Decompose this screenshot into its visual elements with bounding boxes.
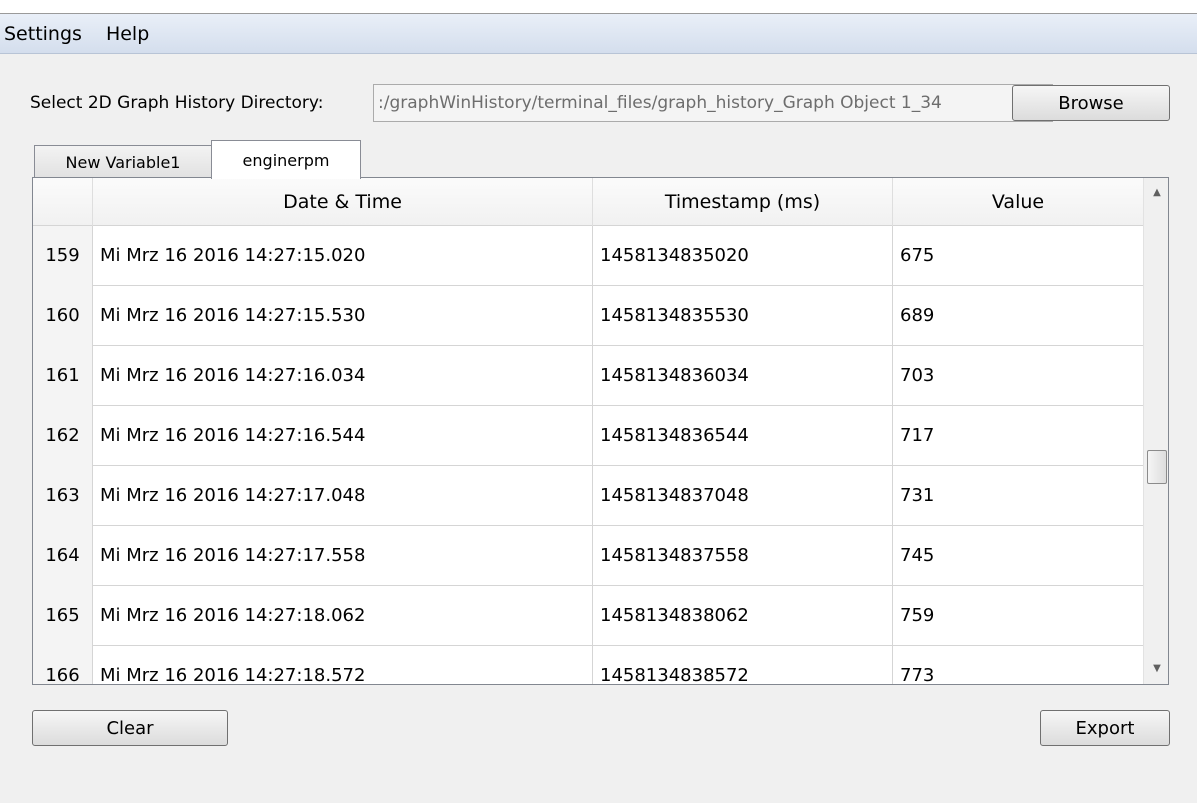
cell-datetime[interactable]: Mi Mrz 16 2016 14:27:15.530 (93, 286, 593, 346)
row-index[interactable]: 161 (33, 346, 93, 406)
column-header-datetime[interactable]: Date & Time (93, 178, 593, 226)
export-button[interactable]: Export (1040, 710, 1170, 746)
cell-value[interactable]: 759 (893, 586, 1143, 646)
row-index[interactable]: 164 (33, 526, 93, 586)
table-row[interactable]: 160 Mi Mrz 16 2016 14:27:15.530 14581348… (33, 286, 1143, 346)
scroll-down-arrow-icon[interactable]: ▼ (1144, 658, 1168, 680)
table-header: Date & Time Timestamp (ms) Value (33, 178, 1143, 226)
cell-timestamp[interactable]: 1458134835020 (593, 226, 893, 286)
cell-timestamp[interactable]: 1458134837048 (593, 466, 893, 526)
table-row[interactable]: 161 Mi Mrz 16 2016 14:27:16.034 14581348… (33, 346, 1143, 406)
scrollbar-thumb[interactable] (1147, 450, 1167, 484)
tab-new-variable1[interactable]: New Variable1 (34, 145, 212, 178)
cell-timestamp[interactable]: 1458134836034 (593, 346, 893, 406)
browse-button[interactable]: Browse (1012, 85, 1170, 121)
cell-value[interactable]: 731 (893, 466, 1143, 526)
row-index[interactable]: 165 (33, 586, 93, 646)
cell-value[interactable]: 689 (893, 286, 1143, 346)
table-row[interactable]: 163 Mi Mrz 16 2016 14:27:17.048 14581348… (33, 466, 1143, 526)
column-header-timestamp[interactable]: Timestamp (ms) (593, 178, 893, 226)
cell-timestamp[interactable]: 1458134837558 (593, 526, 893, 586)
directory-row: Select 2D Graph History Directory: :/gra… (30, 84, 1053, 122)
cell-value[interactable]: 703 (893, 346, 1143, 406)
cell-datetime[interactable]: Mi Mrz 16 2016 14:27:15.020 (93, 226, 593, 286)
cell-datetime[interactable]: Mi Mrz 16 2016 14:27:18.572 (93, 646, 593, 684)
table-row[interactable]: 159 Mi Mrz 16 2016 14:27:15.020 14581348… (33, 226, 1143, 286)
cell-timestamp[interactable]: 1458134835530 (593, 286, 893, 346)
table-row[interactable]: 166 Mi Mrz 16 2016 14:27:18.572 14581348… (33, 646, 1143, 684)
row-index[interactable]: 159 (33, 226, 93, 286)
cell-datetime[interactable]: Mi Mrz 16 2016 14:27:17.558 (93, 526, 593, 586)
menu-bar: Settings Help (0, 14, 1197, 54)
table-row[interactable]: 162 Mi Mrz 16 2016 14:27:16.544 14581348… (33, 406, 1143, 466)
cell-timestamp[interactable]: 1458134838572 (593, 646, 893, 684)
vertical-scrollbar[interactable]: ▲ ▼ (1143, 178, 1168, 684)
cell-value[interactable]: 773 (893, 646, 1143, 684)
column-header-value[interactable]: Value (893, 178, 1143, 226)
directory-label: Select 2D Graph History Directory: (30, 93, 324, 113)
cell-datetime[interactable]: Mi Mrz 16 2016 14:27:16.034 (93, 346, 593, 406)
row-index[interactable]: 160 (33, 286, 93, 346)
history-table: Date & Time Timestamp (ms) Value 159 Mi … (32, 177, 1169, 685)
table-row[interactable]: 164 Mi Mrz 16 2016 14:27:17.558 14581348… (33, 526, 1143, 586)
cell-value[interactable]: 745 (893, 526, 1143, 586)
scroll-up-arrow-icon[interactable]: ▲ (1144, 182, 1168, 204)
cell-datetime[interactable]: Mi Mrz 16 2016 14:27:18.062 (93, 586, 593, 646)
directory-path-input[interactable]: :/graphWinHistory/terminal_files/graph_h… (373, 84, 1053, 122)
table-body: 159 Mi Mrz 16 2016 14:27:15.020 14581348… (33, 226, 1143, 684)
row-index[interactable]: 166 (33, 646, 93, 684)
cell-value[interactable]: 717 (893, 406, 1143, 466)
cell-datetime[interactable]: Mi Mrz 16 2016 14:27:16.544 (93, 406, 593, 466)
cell-value[interactable]: 675 (893, 226, 1143, 286)
row-index[interactable]: 162 (33, 406, 93, 466)
menu-help[interactable]: Help (94, 14, 161, 54)
cell-datetime[interactable]: Mi Mrz 16 2016 14:27:17.048 (93, 466, 593, 526)
window-top-edge (0, 0, 1197, 14)
column-header-index[interactable] (33, 178, 93, 226)
row-index[interactable]: 163 (33, 466, 93, 526)
clear-button[interactable]: Clear (32, 710, 228, 746)
tab-enginerpm[interactable]: enginerpm (211, 140, 361, 179)
menu-settings[interactable]: Settings (0, 14, 94, 54)
cell-timestamp[interactable]: 1458134838062 (593, 586, 893, 646)
cell-timestamp[interactable]: 1458134836544 (593, 406, 893, 466)
table-row[interactable]: 165 Mi Mrz 16 2016 14:27:18.062 14581348… (33, 586, 1143, 646)
